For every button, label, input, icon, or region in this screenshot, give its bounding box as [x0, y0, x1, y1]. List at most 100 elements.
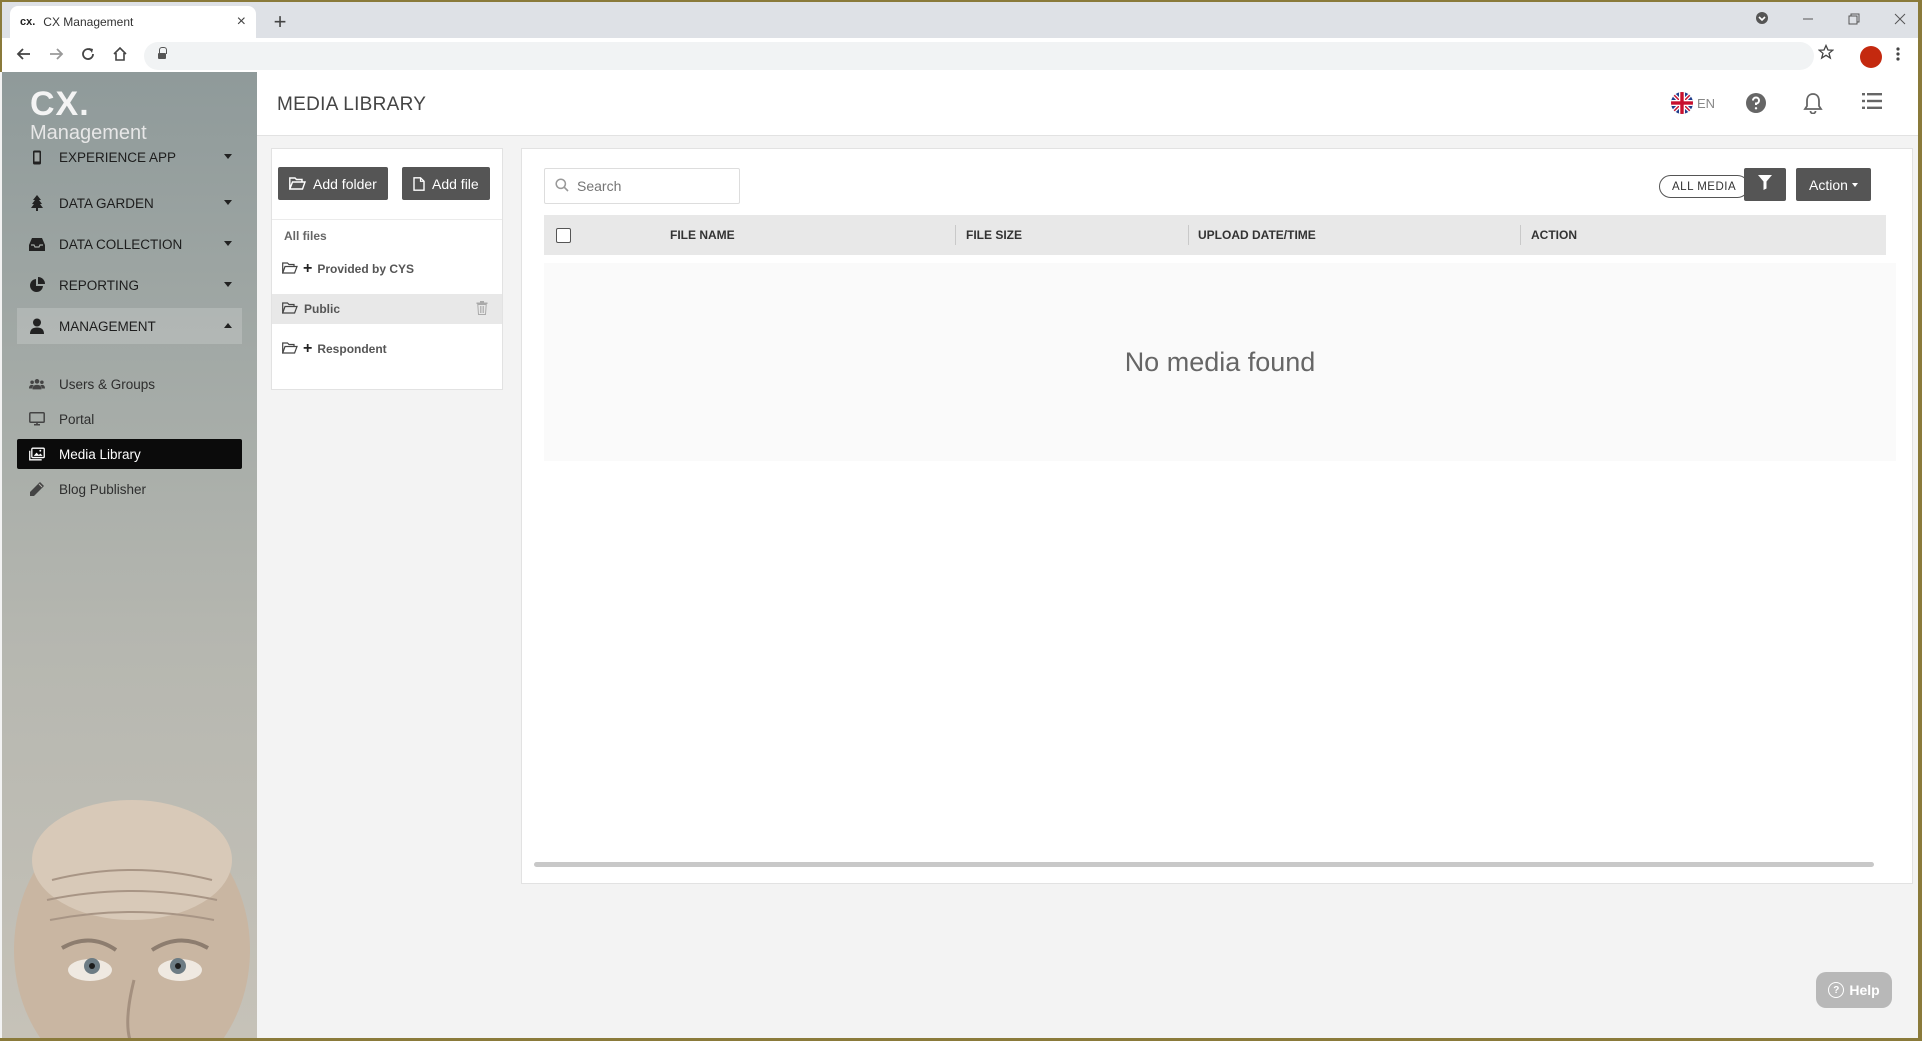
search-box[interactable] [544, 168, 740, 204]
help-button[interactable]: ? Help [1816, 972, 1892, 1008]
select-all-checkbox[interactable] [556, 228, 571, 243]
profile-avatar[interactable] [1860, 46, 1882, 68]
file-icon [413, 176, 425, 191]
add-file-label: Add file [432, 175, 479, 192]
language-code: EN [1697, 95, 1716, 111]
all-media-pill[interactable]: ALL MEDIA [1659, 175, 1750, 198]
bell-icon[interactable] [1803, 92, 1827, 116]
window-border [1918, 0, 1922, 1041]
question-icon: ? [1828, 982, 1845, 998]
folder-respondent[interactable]: + Respondent [272, 334, 502, 364]
action-label: Action [1809, 176, 1848, 193]
caret-down-icon [224, 200, 232, 205]
column-file-name[interactable]: FILE NAME [670, 215, 735, 255]
column-separator [1188, 225, 1189, 245]
nav-label: DATA GARDEN [59, 195, 154, 211]
app-logo[interactable]: CX. Management [30, 86, 147, 144]
column-upload-date[interactable]: UPLOAD DATE/TIME [1198, 215, 1316, 255]
page-title: MEDIA LIBRARY [277, 94, 427, 115]
nav-label: DATA COLLECTION [59, 236, 183, 252]
reload-icon[interactable] [76, 44, 100, 68]
search-input[interactable] [577, 178, 727, 194]
nav-label: REPORTING [59, 277, 140, 293]
folder-label: Respondent [317, 342, 387, 356]
nav-media-library[interactable]: Media Library [17, 439, 242, 469]
address-bar[interactable] [144, 42, 1814, 70]
caret-down-icon [224, 241, 232, 246]
help-circle-icon[interactable] [1745, 92, 1769, 116]
folder-label: Provided by CYS [317, 262, 415, 276]
tree-icon [29, 195, 45, 211]
column-separator [1520, 225, 1521, 245]
more-options-icon[interactable] [1896, 42, 1900, 70]
browser-menu-icon[interactable] [1742, 8, 1782, 32]
close-window-icon[interactable] [1880, 8, 1920, 32]
uk-flag-icon [1671, 92, 1693, 114]
folder-public[interactable]: Public [272, 294, 502, 324]
nav-label: MANAGEMENT [59, 318, 156, 334]
back-icon[interactable] [12, 44, 36, 68]
filter-button[interactable] [1744, 168, 1786, 201]
top-bar: MEDIA LIBRARY EN [257, 72, 1920, 136]
folder-open-icon [281, 261, 298, 277]
face-illustration [14, 800, 250, 1039]
lock-icon [158, 47, 167, 61]
images-icon [29, 446, 45, 462]
folder-provided-by-cys[interactable]: + Provided by CYS [272, 254, 502, 284]
phone-icon [29, 149, 45, 165]
table-header: FILE NAME FILE SIZE UPLOAD DATE/TIME ACT… [544, 215, 1886, 255]
users-icon [29, 376, 45, 392]
restore-icon[interactable] [1834, 8, 1874, 32]
monitor-icon [29, 411, 45, 427]
horizontal-scrollbar[interactable] [534, 862, 1874, 867]
pencil-icon [29, 481, 45, 497]
nav-users-groups[interactable]: Users & Groups [17, 369, 242, 399]
nav-label: Users & Groups [59, 376, 156, 392]
browser-tab[interactable]: cx. CX Management × [10, 6, 256, 38]
column-action: ACTION [1531, 228, 1577, 242]
tab-title: CX Management [43, 15, 134, 29]
nav-data-collection[interactable]: DATA COLLECTION [17, 226, 242, 262]
trash-icon[interactable] [476, 301, 488, 318]
minimize-icon[interactable] [1788, 8, 1828, 32]
inbox-icon [29, 236, 45, 252]
nav-label: Media Library [59, 446, 141, 462]
main-content: MEDIA LIBRARY EN Add folder Add file All… [257, 72, 1920, 1039]
media-panel: ALL MEDIA Action FILE NAME FILE SIZE UPL… [521, 148, 1913, 884]
nav-blog-publisher[interactable]: Blog Publisher [17, 474, 242, 504]
expand-plus-icon[interactable]: + [303, 260, 312, 278]
add-file-button[interactable]: Add file [402, 167, 490, 200]
language-selector[interactable]: EN [1671, 92, 1715, 114]
action-dropdown-button[interactable]: Action [1796, 168, 1871, 201]
folder-open-icon [289, 177, 306, 190]
new-tab-button[interactable]: + [266, 8, 294, 36]
nav-label: Portal [59, 411, 95, 427]
help-label: Help [1849, 982, 1880, 998]
all-files-link[interactable]: All files [284, 229, 327, 243]
pie-chart-icon [29, 277, 45, 293]
forward-icon[interactable] [44, 44, 68, 68]
nav-reporting[interactable]: REPORTING [17, 267, 242, 303]
folder-open-icon [281, 341, 298, 357]
nav-experience-app[interactable]: EXPERIENCE APP [17, 139, 242, 175]
list-menu-icon[interactable] [1862, 92, 1886, 116]
browser-chrome: cx. CX Management × + [0, 0, 1922, 74]
nav-management[interactable]: MANAGEMENT [17, 308, 242, 344]
folder-open-icon [281, 301, 298, 317]
caret-down-icon [1851, 182, 1858, 187]
filter-icon [1758, 174, 1772, 195]
column-file-size[interactable]: FILE SIZE [966, 215, 1022, 255]
nav-data-garden[interactable]: DATA GARDEN [17, 185, 242, 221]
add-folder-label: Add folder [313, 175, 377, 192]
tab-close-icon[interactable]: × [237, 13, 246, 31]
caret-up-icon [224, 323, 232, 328]
bookmark-star-icon[interactable] [1817, 43, 1835, 65]
search-icon [555, 177, 569, 195]
home-icon[interactable] [108, 44, 132, 68]
divider [272, 219, 502, 220]
nav-portal[interactable]: Portal [17, 404, 242, 434]
add-folder-button[interactable]: Add folder [278, 167, 388, 200]
logo-main: CX. [30, 85, 90, 123]
folders-panel: Add folder Add file All files + Provided… [271, 148, 503, 390]
expand-plus-icon[interactable]: + [303, 340, 312, 358]
